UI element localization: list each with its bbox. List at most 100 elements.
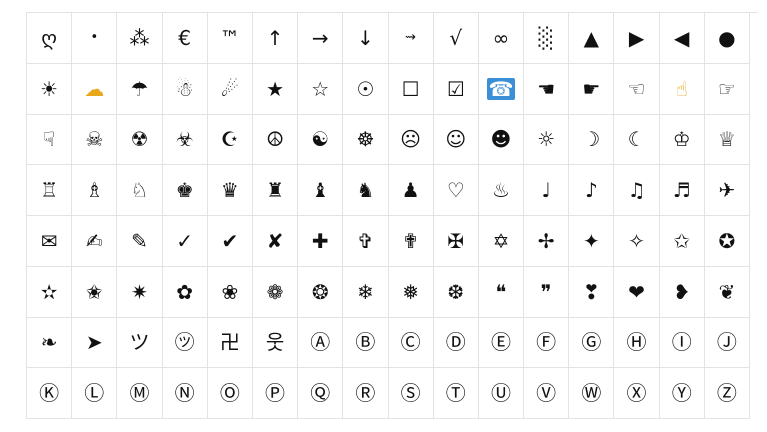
symbol-cell-circled-smile[interactable]: ㋡ [162,317,208,369]
symbol-cell-heart-exclamation[interactable]: ❣ [569,266,615,318]
symbol-cell-circled-d[interactable]: Ⓓ [433,317,479,369]
symbol-cell-circled-z[interactable]: Ⓩ [704,368,750,419]
symbol-cell-black-circle[interactable]: ● [704,13,750,64]
symbol-cell-yin-yang[interactable]: ☯ [298,114,344,166]
symbol-cell-trademark[interactable]: ™ [207,13,253,64]
symbol-cell-hand-right-black[interactable]: ☛ [569,63,615,115]
symbol-cell-circled-a[interactable]: Ⓐ [298,317,344,369]
symbol-cell-white-bishop[interactable]: ♗ [72,165,118,216]
symbol-cell-white-star[interactable]: ☆ [298,63,344,115]
symbol-cell-heavy-cross[interactable]: ✚ [298,216,344,267]
symbol-cell-black-smile[interactable]: ☻ [478,114,525,166]
symbol-cell-heavy-snowflake[interactable]: ❆ [433,266,479,318]
symbol-cell-circled-v[interactable]: Ⓥ [524,368,570,419]
symbol-cell-airplane[interactable]: ✈ [704,165,750,216]
symbol-cell-arrow-down[interactable]: ↓ [343,13,389,64]
symbol-cell-circled-x[interactable]: Ⓧ [614,368,660,419]
symbol-cell-bullet[interactable]: • [72,13,118,64]
symbol-cell-biohazard[interactable]: ☣ [162,114,208,166]
symbol-cell-maltese-cross[interactable]: ✠ [433,216,479,267]
symbol-cell-open-center-star[interactable]: ✬ [72,266,118,318]
symbol-cell-hot-springs[interactable]: ♨ [478,165,525,216]
symbol-cell-circled-j[interactable]: Ⓙ [704,317,750,369]
symbol-cell-black-florette[interactable]: ✿ [162,266,208,318]
symbol-cell-circled-p[interactable]: Ⓟ [252,368,299,419]
symbol-cell-ballot-x[interactable]: ✘ [252,216,299,267]
symbol-cell-beamed-sixteenth-notes[interactable]: ♬ [659,165,705,216]
symbol-cell-white-queen[interactable]: ♕ [704,114,750,166]
symbol-cell-check-mark[interactable]: ✓ [162,216,208,267]
symbol-cell-cloud[interactable]: ☁ [72,63,118,115]
symbol-cell-right-quote[interactable]: ❞ [524,266,570,318]
symbol-cell-star-of-david[interactable]: ✡ [478,216,525,267]
symbol-cell-first-quarter-moon[interactable]: ☽ [569,114,615,166]
symbol-cell-circled-l[interactable]: Ⓛ [72,368,118,419]
symbol-cell-radioactive[interactable]: ☢ [117,114,163,166]
symbol-cell-circled-f[interactable]: Ⓕ [524,317,570,369]
symbol-cell-writing-hand[interactable]: ✍ [72,216,118,267]
symbol-cell-white-four-star[interactable]: ✧ [614,216,660,267]
symbol-cell-tight-snowflake[interactable]: ❅ [388,266,434,318]
symbol-cell-circled-m[interactable]: Ⓜ [117,368,163,419]
symbol-cell-black-knight[interactable]: ♞ [343,165,389,216]
symbol-cell-hand-left-black[interactable]: ☚ [524,63,570,115]
symbol-cell-black-star[interactable]: ★ [252,63,299,115]
symbol-cell-frown[interactable]: ☹ [388,114,434,166]
symbol-cell-triangle-right[interactable]: ▶ [614,13,660,64]
symbol-cell-beamed-eighth-notes[interactable]: ♫ [614,165,660,216]
symbol-cell-floral-heart[interactable]: ❦ [704,266,750,318]
symbol-cell-circled-e[interactable]: Ⓔ [478,317,525,369]
symbol-cell-white-florette[interactable]: ❀ [207,266,253,318]
symbol-cell-black-pawn[interactable]: ♟ [388,165,434,216]
symbol-cell-light-shade[interactable]: ░ [524,13,570,64]
symbol-cell-white-rook[interactable]: ♖ [27,165,73,216]
symbol-cell-hangul-ut[interactable]: 웃 [252,317,299,369]
symbol-cell-smile[interactable]: ☺ [433,114,479,166]
symbol-cell-white-knight[interactable]: ♘ [117,165,163,216]
symbol-cell-heart-ghe[interactable]: ღ [27,13,73,64]
symbol-cell-arrow-right[interactable]: → [298,13,344,64]
symbol-cell-outlined-cross[interactable]: ✟ [388,216,434,267]
symbol-cell-skull[interactable]: ☠ [72,114,118,166]
symbol-cell-circled-w[interactable]: Ⓦ [569,368,615,419]
symbol-cell-black-queen[interactable]: ♛ [207,165,253,216]
symbol-cell-circled-c[interactable]: Ⓒ [388,317,434,369]
symbol-cell-squiggle-arrow[interactable]: ⇝ [388,13,434,64]
symbol-cell-black-rook[interactable]: ♜ [252,165,299,216]
symbol-cell-circled-q[interactable]: Ⓠ [298,368,344,419]
symbol-cell-latin-cross[interactable]: ✞ [343,216,389,267]
symbol-cell-white-sun[interactable]: ☼ [524,114,570,166]
symbol-cell-circled-star[interactable]: ✪ [704,216,750,267]
symbol-cell-circled-y[interactable]: Ⓨ [659,368,705,419]
symbol-cell-telephone[interactable]: ☎ [478,63,525,115]
symbol-cell-circled-k[interactable]: Ⓚ [27,368,73,419]
symbol-cell-comet[interactable]: ☄ [207,63,253,115]
symbol-cell-star-crescent[interactable]: ☪ [207,114,253,166]
symbol-cell-stress-star[interactable]: ✩ [659,216,705,267]
symbol-cell-arrow-up[interactable]: ↑ [252,13,299,64]
symbol-cell-white-king[interactable]: ♔ [659,114,705,166]
symbol-cell-sun-star[interactable]: ❂ [298,266,344,318]
symbol-cell-black-bishop[interactable]: ♝ [298,165,344,216]
symbol-cell-katakana-tsu[interactable]: ツ [117,317,163,369]
symbol-cell-black-four-star[interactable]: ✦ [569,216,615,267]
symbol-cell-triangle-left[interactable]: ◀ [659,13,705,64]
symbol-cell-triangle-up[interactable]: ▲ [569,13,615,64]
symbol-cell-umbrella[interactable]: ☂ [117,63,163,115]
symbol-cell-circled-n[interactable]: Ⓝ [162,368,208,419]
symbol-cell-eight-ray-star[interactable]: ✷ [117,266,163,318]
symbol-cell-rotated-floral-heart[interactable]: ❧ [27,317,73,369]
symbol-cell-circled-b[interactable]: Ⓑ [343,317,389,369]
symbol-cell-quarter-note[interactable]: ♩ [524,165,570,216]
symbol-cell-eighth-note[interactable]: ♪ [569,165,615,216]
symbol-cell-euro[interactable]: € [162,13,208,64]
symbol-cell-eight-petal-florette[interactable]: ❁ [252,266,299,318]
symbol-cell-square-root[interactable]: √ [433,13,479,64]
symbol-cell-heavy-check-mark[interactable]: ✔ [207,216,253,267]
symbol-cell-hand-up[interactable]: ☝ [659,63,705,115]
symbol-cell-swastika-cjk[interactable]: 卍 [207,317,253,369]
symbol-cell-hand-down[interactable]: ☟ [27,114,73,166]
symbol-cell-circled-i[interactable]: Ⓘ [659,317,705,369]
symbol-cell-rotated-heart[interactable]: ❥ [659,266,705,318]
symbol-cell-sun-symbol[interactable]: ☉ [343,63,389,115]
